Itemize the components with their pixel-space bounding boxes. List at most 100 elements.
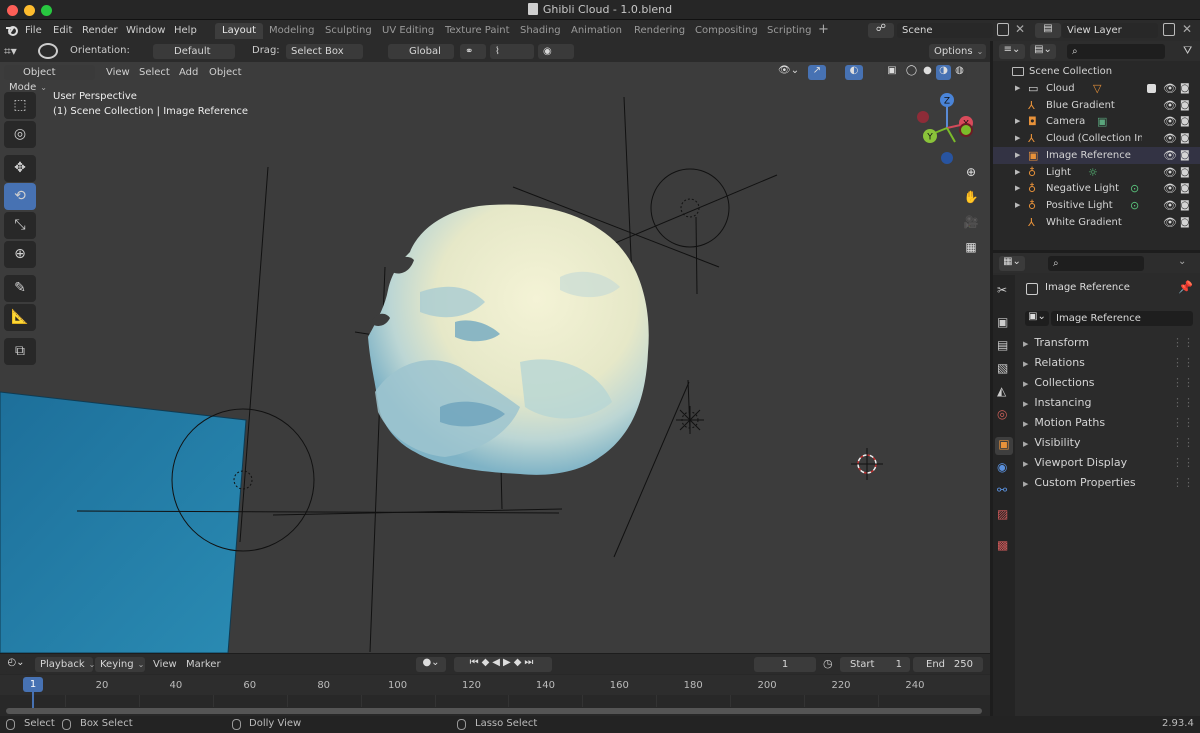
playback-controls[interactable]: ⏮◆◀▶◆⏭ (454, 657, 552, 672)
jump-start-icon[interactable]: ⏮ (470, 657, 482, 668)
camera-data-icon[interactable]: ▣ (1097, 113, 1107, 130)
gizmo-toggle-icon[interactable]: ↗ (808, 65, 826, 80)
tab-view-layer-icon[interactable]: ▧ (997, 361, 1008, 375)
panel-drag-handle-icon[interactable]: ⋮⋮ (1172, 393, 1194, 413)
panel-drag-handle-icon[interactable]: ⋮⋮ (1172, 433, 1194, 453)
outliner-row-white-gradient[interactable]: ⅄ White Gradient 👁 ◙ (993, 214, 1200, 231)
expand-arrow-icon[interactable]: ▶ (1015, 197, 1020, 214)
render-camera-icon[interactable]: ◙ (1180, 214, 1190, 231)
outliner-row-image-reference[interactable]: ▶ ▣ Image Reference 👁 ◙ (993, 146, 1200, 164)
shading-rendered-icon[interactable]: ◍ (952, 65, 967, 80)
blender-logo-icon[interactable] (4, 23, 20, 38)
viewport-menu-view[interactable]: View (106, 65, 130, 80)
viewport-scene[interactable] (0, 62, 990, 653)
ortho-toggle-icon[interactable]: ▦ (960, 236, 982, 258)
outliner-row-positive-light[interactable]: ▶ ♁ Positive Light ⊙ 👁 ◙ (993, 197, 1200, 214)
tab-sculpting[interactable]: Sculpting (318, 23, 379, 39)
shading-wireframe-icon[interactable]: ◯ (904, 65, 919, 80)
panel-visibility[interactable]: ▶ Visibility ⋮⋮ (1015, 433, 1200, 453)
prev-key-icon[interactable]: ◆ (482, 657, 493, 668)
mesh-icon[interactable]: ▽ (1093, 80, 1101, 97)
new-scene-icon[interactable] (997, 23, 1009, 36)
panel-viewport-display[interactable]: ▶ Viewport Display ⋮⋮ (1015, 453, 1200, 473)
keying-dropdown[interactable]: Keying ⌄ (95, 657, 145, 672)
options-dropdown[interactable]: Options ⌄ (929, 44, 986, 59)
tab-texture-paint[interactable]: Texture Paint (438, 23, 517, 39)
pin-icon[interactable]: 📌 (1178, 280, 1193, 294)
playback-dropdown[interactable]: Playback ⌄ (35, 657, 95, 672)
render-camera-icon[interactable]: ◙ (1180, 197, 1190, 214)
camera-view-icon[interactable]: 🎥 (960, 211, 982, 233)
menu-window[interactable]: Window (126, 23, 165, 38)
outliner-editor-type-icon[interactable]: ≡⌄ (999, 44, 1025, 59)
menu-edit[interactable]: Edit (53, 23, 72, 38)
tool-move[interactable]: ✥ (4, 155, 36, 182)
outliner-row-cloud-collection-insta[interactable]: ▶ ⅄ Cloud (Collection Insta 👁◙ (993, 130, 1200, 147)
light-data-icon[interactable]: ⊙ (1130, 180, 1139, 197)
tab-tool-icon[interactable]: ✂ (997, 283, 1007, 297)
viewport-menu-select[interactable]: Select (139, 65, 170, 80)
active-tool-rotate-icon[interactable] (38, 43, 58, 59)
playhead[interactable]: 1 (23, 677, 43, 692)
render-camera-icon[interactable]: ◙ (1180, 80, 1190, 97)
filter-icon[interactable]: ⛛ (1183, 44, 1192, 58)
tool-annotate[interactable]: ✎ (4, 275, 36, 302)
start-frame-field[interactable]: Start 1 (840, 657, 910, 672)
visibility-eye-icon[interactable]: 👁 (1163, 97, 1177, 114)
outliner-row-negative-light[interactable]: ▶ ♁ Negative Light ⊙ 👁 ◙ (993, 180, 1200, 197)
timeline-scrollbar[interactable] (6, 708, 982, 714)
visibility-eye-icon[interactable]: 👁 (1163, 164, 1177, 181)
tool-rotate[interactable]: ⟲ (4, 183, 36, 210)
panel-drag-handle-icon[interactable]: ⋮⋮ (1172, 333, 1194, 353)
panel-motion-paths[interactable]: ▶ Motion Paths ⋮⋮ (1015, 413, 1200, 433)
visibility-eye-icon[interactable]: 👁 (1163, 147, 1177, 164)
tab-layout[interactable]: Layout (215, 23, 263, 39)
render-camera-icon[interactable]: ◙ (1180, 113, 1190, 130)
drag-dropdown[interactable]: Select Box (286, 44, 363, 59)
navigation-gizmo[interactable]: Z X Y (915, 90, 975, 165)
properties-search-input[interactable]: ⌕ (1048, 256, 1144, 271)
properties-editor[interactable]: ▦⌄ ⌕ ⌄ ✂ ▣ ▤ ▧ ◭ ◎ ▣ ◉ ⚯ ▨ ▩ Image Refer… (993, 253, 1200, 716)
orientation-dropdown[interactable]: Default (153, 44, 235, 59)
tab-rendering[interactable]: Rendering (627, 23, 692, 39)
expand-arrow-icon[interactable]: ▶ (1015, 180, 1020, 197)
tab-uv-editing[interactable]: UV Editing (375, 23, 441, 39)
render-camera-icon[interactable]: ◙ (1180, 130, 1190, 147)
end-frame-field[interactable]: End 250 (913, 657, 983, 672)
tab-world-icon[interactable]: ◎ (997, 407, 1007, 421)
tab-texture-icon[interactable]: ▩ (997, 538, 1008, 552)
visibility-eye-icon[interactable]: 👁 (1163, 130, 1177, 147)
record-keyframe-icon[interactable]: ●⌄ (416, 657, 446, 672)
snapping-icon[interactable]: ⌇ (490, 44, 534, 59)
stopwatch-icon[interactable]: ◷ (823, 657, 833, 670)
overlays-toggle-icon[interactable]: ◐ (845, 65, 863, 80)
outliner-row-cloud[interactable]: ▶ ▭ Cloud ▽ 👁 ◙ (993, 80, 1200, 97)
tab-compositing[interactable]: Compositing (688, 23, 765, 39)
visibility-icon[interactable]: 👁⌄ (778, 65, 799, 76)
timeline-editor-type-icon[interactable]: ◴⌄ (4, 657, 28, 672)
next-key-icon[interactable]: ◆ (514, 657, 525, 668)
light-data-icon[interactable]: ⊙ (1130, 197, 1139, 214)
jump-end-icon[interactable]: ⏭ (524, 657, 536, 668)
tool-add-cube[interactable]: ⧉ (4, 338, 36, 365)
zoom-view-icon[interactable]: ⊕ (960, 161, 982, 183)
3d-cursor-icon[interactable] (851, 448, 883, 480)
panel-drag-handle-icon[interactable]: ⋮⋮ (1172, 473, 1194, 493)
tab-data-icon[interactable]: ▨ (997, 507, 1008, 521)
panel-instancing[interactable]: ▶ Instancing ⋮⋮ (1015, 393, 1200, 413)
play-icon[interactable]: ▶ (503, 657, 514, 668)
outliner[interactable]: ≡⌄ ▤⌄ ⌕ ⛛ Scene Collection ▶ ▭ Cloud ▽ 👁 ◙ ⅄ Bl… (993, 41, 1200, 250)
view-layer-browse-icon[interactable]: ▤ (1035, 23, 1061, 38)
tab-shading[interactable]: Shading (513, 23, 568, 39)
xray-toggle-icon[interactable]: ▣ (884, 65, 900, 80)
viewport-menu-add[interactable]: Add (179, 65, 198, 80)
panel-custom-properties[interactable]: ▶ Custom Properties ⋮⋮ (1015, 473, 1200, 493)
tool-scale[interactable]: ⤡ (4, 212, 36, 239)
pan-view-icon[interactable]: ✋ (960, 186, 982, 208)
view-layer-field[interactable]: View Layer (1062, 23, 1158, 38)
timeline-menu-marker[interactable]: Marker (186, 657, 221, 672)
render-camera-icon[interactable]: ◙ (1180, 147, 1190, 164)
tab-modeling[interactable]: Modeling (262, 23, 322, 39)
proportional-editing-icon[interactable]: ◉ (538, 44, 574, 59)
expand-arrow-icon[interactable]: ▶ (1015, 80, 1020, 97)
